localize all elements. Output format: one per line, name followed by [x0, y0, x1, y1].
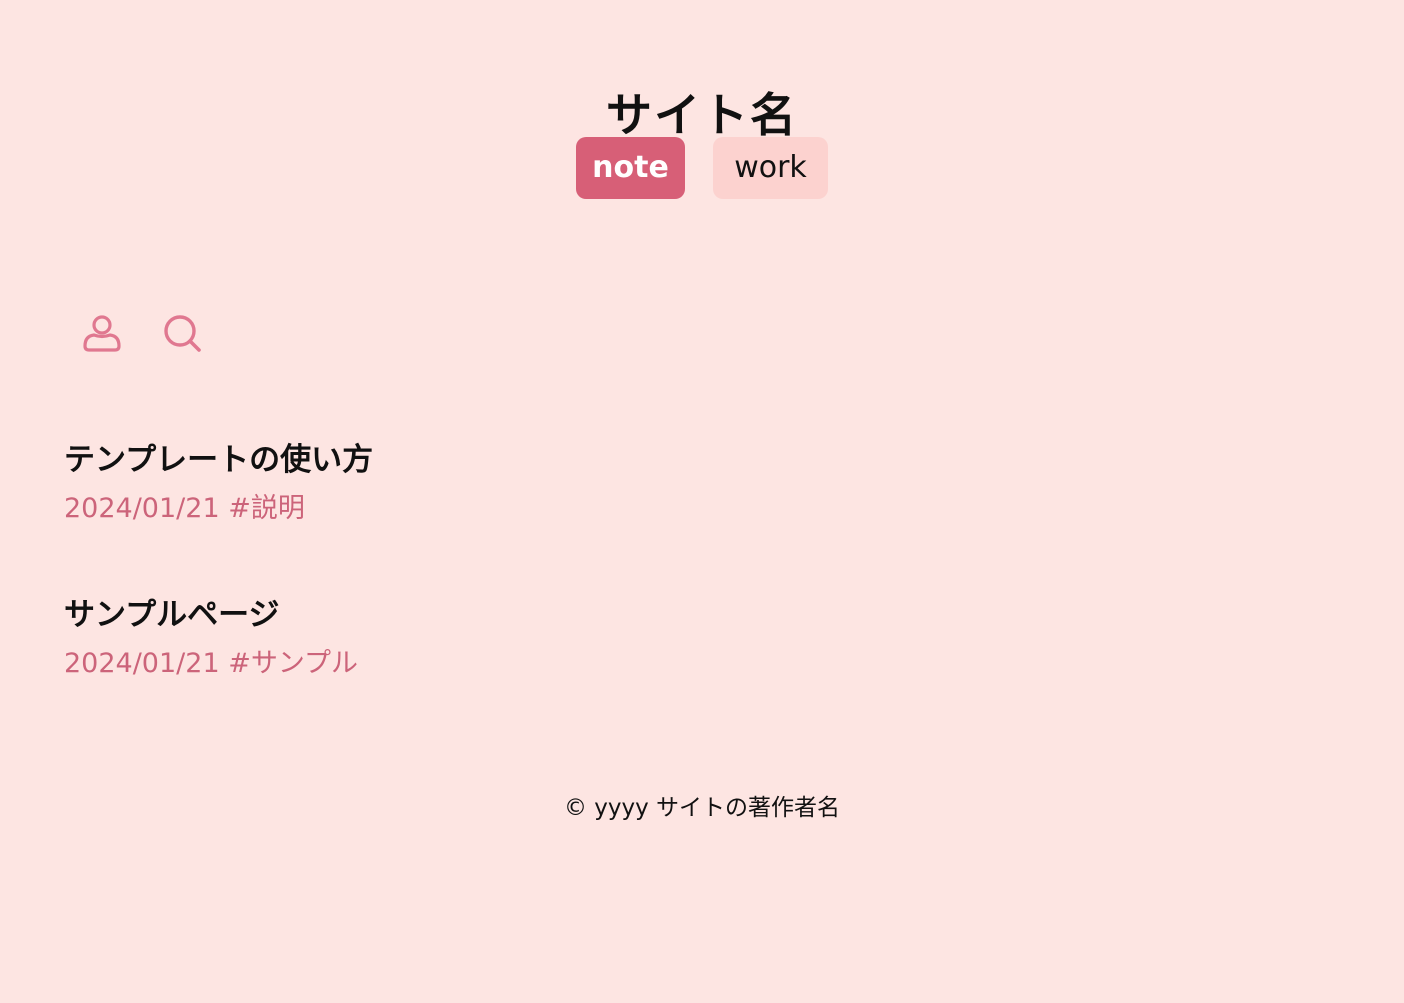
post-tag[interactable]: #説明: [228, 493, 305, 524]
post-item: テンプレートの使い方 2024/01/21 #説明: [64, 440, 373, 526]
post-tag[interactable]: #サンプル: [228, 648, 358, 679]
search-button[interactable]: [160, 311, 204, 355]
search-icon: [164, 315, 201, 352]
post-date: 2024/01/21: [64, 493, 220, 524]
tab-bar: note work: [0, 137, 1404, 199]
footer-copyright: © yyyy サイトの著作者名: [563, 795, 841, 821]
post-meta: 2024/01/21 #説明: [64, 492, 373, 526]
site-title: サイト名: [606, 87, 798, 142]
tab-work[interactable]: work: [713, 137, 828, 199]
user-icon: [83, 315, 121, 352]
toolbar: [80, 311, 204, 355]
post-meta: 2024/01/21 #サンプル: [64, 647, 358, 681]
post-title[interactable]: サンプルページ: [64, 595, 358, 635]
tab-note[interactable]: note: [576, 137, 685, 199]
post-date: 2024/01/21: [64, 648, 220, 679]
profile-button[interactable]: [80, 311, 124, 355]
post-title[interactable]: テンプレートの使い方: [64, 440, 373, 480]
post-item: サンプルページ 2024/01/21 #サンプル: [64, 595, 358, 681]
